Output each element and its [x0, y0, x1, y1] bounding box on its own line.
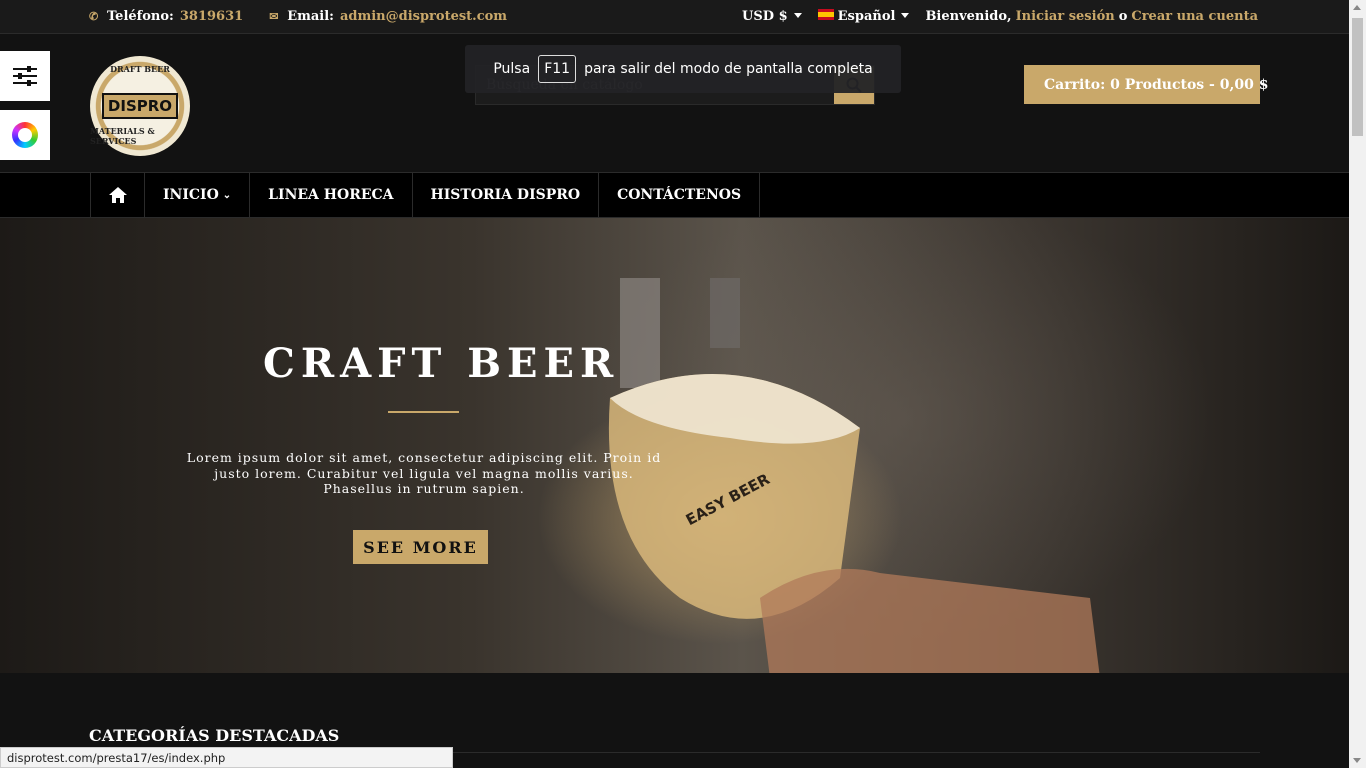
scroll-up-icon[interactable] — [1353, 5, 1361, 10]
or-text: o — [1118, 9, 1128, 24]
nav-item-linea-horeca[interactable]: LINEA HORECA — [250, 173, 413, 217]
phone-number-link[interactable]: 3819631 — [180, 9, 243, 24]
home-icon — [108, 187, 127, 203]
featured-categories-title: CATEGORÍAS DESTACADAS — [89, 726, 340, 745]
nav-item-historia-dispro[interactable]: HISTORIA DISPRO — [413, 173, 600, 217]
nav-item-label: CONTÁCTENOS — [617, 187, 742, 203]
fullscreen-notice: Pulsa F11 para salir del modo de pantall… — [465, 45, 901, 93]
currency-label: USD $ — [742, 9, 788, 24]
cart-button[interactable]: Carrito: 0 Productos - 0,00 $ — [1024, 65, 1268, 104]
status-bar-url: disprotest.com/presta17/es/index.php — [0, 747, 453, 768]
see-more-button[interactable]: SEE MORE — [353, 530, 488, 564]
sliders-icon — [13, 66, 37, 86]
nav-item-label: LINEA HORECA — [268, 187, 394, 203]
fullscreen-key: F11 — [538, 55, 577, 83]
register-link[interactable]: Crear una cuenta — [1131, 9, 1258, 24]
nav-item-label: HISTORIA DISPRO — [430, 187, 581, 203]
chevron-down-icon — [901, 13, 910, 18]
hero-text: Lorem ipsum dolor sit amet, consectetur … — [186, 450, 662, 496]
envelope-icon: ✉ — [269, 9, 279, 23]
hero-divider — [388, 411, 459, 413]
logo-brand: DISPRO — [101, 93, 179, 119]
nav-item-contactenos[interactable]: CONTÁCTENOS — [599, 173, 761, 217]
email-link[interactable]: admin@disprotest.com — [340, 9, 507, 24]
scroll-down-icon[interactable] — [1353, 758, 1361, 763]
language-selector[interactable]: Español — [817, 9, 922, 24]
nav-item-inicio[interactable]: INICIO ⌄ — [145, 173, 251, 217]
logo-arc-bottom: MATERIALS & SERVICES — [90, 126, 155, 146]
phone-label: Teléfono: — [107, 9, 174, 24]
login-link[interactable]: Iniciar sesión — [1016, 9, 1115, 24]
settings-panel-button[interactable] — [0, 51, 50, 101]
scrollbar-thumb[interactable] — [1352, 18, 1363, 136]
fullscreen-notice-after: para salir del modo de pantalla completa — [584, 61, 873, 77]
chevron-down-icon: ⌄ — [222, 189, 232, 201]
cart-label: Carrito: 0 Productos - 0,00 $ — [1044, 76, 1269, 93]
page-scrollbar[interactable] — [1349, 0, 1366, 768]
nav-home[interactable] — [91, 173, 145, 217]
logo-arc-top: DRAFT BEER — [110, 64, 170, 74]
email-label: Email: — [287, 9, 334, 24]
main-nav: INICIO ⌄ LINEA HORECA HISTORIA DISPRO CON… — [0, 172, 1349, 218]
top-bar: ✆ Teléfono: 3819631 ✉ Email: admin@dispr… — [0, 0, 1349, 34]
currency-selector[interactable]: USD $ — [742, 9, 814, 24]
phone-icon: ✆ — [89, 9, 99, 23]
chevron-down-icon — [793, 13, 802, 18]
hero-title: CRAFT BEER — [263, 340, 620, 387]
fullscreen-notice-before: Pulsa — [493, 61, 531, 77]
hand-image — [760, 568, 1100, 673]
color-picker-button[interactable] — [0, 110, 50, 160]
color-wheel-icon — [12, 122, 38, 148]
language-label: Español — [837, 9, 896, 24]
hero-slider[interactable]: EASY BEER CRAFT BEER Lorem ipsum dolor s… — [0, 218, 1349, 673]
welcome-text: Bienvenido, — [925, 9, 1012, 24]
site-logo[interactable]: DRAFT BEER DISPRO MATERIALS & SERVICES — [90, 56, 190, 156]
spain-flag-icon — [817, 9, 834, 20]
nav-item-label: INICIO — [163, 187, 219, 203]
